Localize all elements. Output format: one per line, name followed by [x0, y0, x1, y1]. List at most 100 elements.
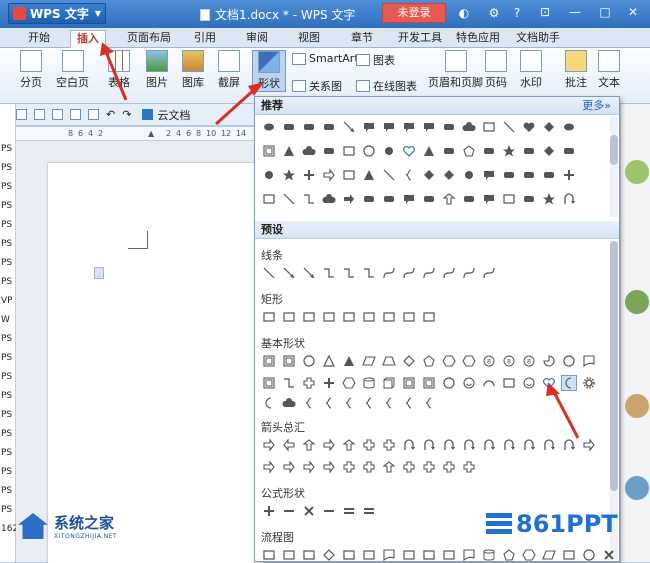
elbow-shape-icon[interactable] — [281, 375, 297, 391]
rect-shape-icon[interactable] — [341, 143, 357, 159]
more-shapes-link[interactable]: 更多» — [582, 97, 611, 115]
rect-shape-icon[interactable] — [261, 547, 277, 563]
rect-shape-icon[interactable] — [281, 547, 297, 563]
oval-shape-icon[interactable] — [261, 119, 277, 135]
textbox-button[interactable]: 文本 — [598, 50, 620, 90]
rarrow-shape-icon[interactable] — [301, 459, 317, 475]
rectf-shape-icon[interactable] — [361, 191, 377, 207]
plus-shape-icon[interactable] — [261, 503, 277, 519]
rectf-shape-icon[interactable] — [421, 191, 437, 207]
tab-view[interactable]: 视图 — [292, 30, 326, 48]
cross-shape-icon[interactable] — [361, 459, 377, 475]
rect-shape-icon[interactable] — [281, 309, 297, 325]
frame-shape-icon[interactable] — [261, 375, 277, 391]
rect-shape-icon[interactable] — [421, 309, 437, 325]
star-shape-icon[interactable] — [541, 191, 557, 207]
num-shape-icon[interactable]: 8 — [481, 353, 497, 369]
rectf-shape-icon[interactable] — [381, 191, 397, 207]
circle-shape-icon[interactable] — [301, 353, 317, 369]
circle-shape-icon[interactable] — [441, 375, 457, 391]
box3d-shape-icon[interactable] — [381, 375, 397, 391]
help-icon[interactable]: ? — [509, 5, 525, 21]
tab-page-layout[interactable]: 页面布局 — [121, 30, 177, 48]
arrowline-shape-icon[interactable] — [281, 265, 297, 281]
circf-shape-icon[interactable] — [381, 143, 397, 159]
rectf-shape-icon[interactable] — [541, 167, 557, 183]
rectf-shape-icon[interactable] — [281, 119, 297, 135]
elbow-shape-icon[interactable] — [361, 265, 377, 281]
uturn-shape-icon[interactable] — [501, 437, 517, 453]
cross-shape-icon[interactable] — [341, 459, 357, 475]
frame-shape-icon[interactable] — [421, 375, 437, 391]
login-button[interactable]: 未登录 — [382, 3, 446, 23]
scrollbar-thumb[interactable] — [610, 241, 618, 491]
para-shape-icon[interactable] — [361, 353, 377, 369]
uturn-shape-icon[interactable] — [401, 437, 417, 453]
frame-shape-icon[interactable] — [281, 353, 297, 369]
blank-page-button[interactable]: 空白页 — [56, 50, 89, 90]
recommended-scrollbar[interactable] — [610, 117, 618, 217]
moon-shape-icon[interactable] — [261, 395, 277, 411]
para-shape-icon[interactable] — [541, 547, 557, 563]
oval-shape-icon[interactable] — [561, 119, 577, 135]
brace-shape-icon[interactable] — [401, 395, 417, 411]
rectf-shape-icon[interactable] — [461, 191, 477, 207]
rarrow-shape-icon[interactable] — [261, 459, 277, 475]
settings-icon[interactable]: ⚙ — [486, 5, 502, 21]
rarrow-shape-icon[interactable] — [581, 437, 597, 453]
skin-icon[interactable]: ◐ — [456, 5, 472, 21]
shapes-button[interactable]: 形状 — [252, 50, 286, 92]
table-button[interactable]: 表格 — [108, 50, 130, 90]
rect-shape-icon[interactable] — [561, 547, 577, 563]
trio-shape-icon[interactable] — [321, 353, 337, 369]
rectf-shape-icon[interactable] — [441, 143, 457, 159]
uarrow-shape-icon[interactable] — [301, 437, 317, 453]
picture-button[interactable]: 图片 — [146, 50, 168, 90]
doc-shape-icon[interactable] — [461, 547, 477, 563]
rarrow-shape-icon[interactable] — [321, 167, 337, 183]
cross-shape-icon[interactable] — [301, 375, 317, 391]
restore-window-button[interactable]: ⊡ — [530, 2, 560, 22]
rect-shape-icon[interactable] — [481, 119, 497, 135]
rect-shape-icon[interactable] — [341, 309, 357, 325]
elbow-shape-icon[interactable] — [301, 191, 317, 207]
rarrow-shape-icon[interactable] — [281, 459, 297, 475]
rarrow-shape-icon[interactable] — [321, 459, 337, 475]
rect-shape-icon[interactable] — [381, 309, 397, 325]
num-shape-icon[interactable]: 8 — [521, 353, 537, 369]
curve-shape-icon[interactable] — [381, 265, 397, 281]
plus-shape-icon[interactable] — [561, 167, 577, 183]
rect-shape-icon[interactable] — [361, 547, 377, 563]
star-shape-icon[interactable] — [501, 143, 517, 159]
smile-shape-icon[interactable] — [521, 375, 537, 391]
line-shape-icon[interactable] — [281, 191, 297, 207]
gallery-button[interactable]: 图库 — [182, 50, 204, 90]
uturn-shape-icon[interactable] — [441, 437, 457, 453]
curve-shape-icon[interactable] — [481, 265, 497, 281]
print-preview-icon[interactable] — [88, 109, 99, 120]
rect-shape-icon[interactable] — [401, 547, 417, 563]
circle-shape-icon[interactable] — [561, 353, 577, 369]
rect-shape-icon[interactable] — [301, 547, 317, 563]
elbow-shape-icon[interactable] — [321, 265, 337, 281]
gear-shape-icon[interactable] — [581, 375, 597, 391]
num-shape-icon[interactable]: 8 — [501, 353, 517, 369]
circle-shape-icon[interactable] — [361, 143, 377, 159]
document-page[interactable] — [48, 163, 263, 563]
rectf-shape-icon[interactable] — [321, 143, 337, 159]
watermark-button[interactable]: 水印 — [520, 50, 542, 90]
horizontal-ruler[interactable]: 8642 ▲ 2 4 6 8 10 12 14 — [16, 127, 254, 141]
print-icon[interactable] — [70, 109, 81, 120]
callout-shape-icon[interactable] — [381, 119, 397, 135]
times-shape-icon[interactable] — [601, 547, 617, 563]
callout-shape-icon[interactable] — [361, 119, 377, 135]
hex-shape-icon[interactable] — [341, 375, 357, 391]
tab-home[interactable]: 开始 — [22, 30, 56, 48]
uarrow-shape-icon[interactable] — [441, 191, 457, 207]
curve-shape-icon[interactable] — [421, 265, 437, 281]
line-shape-icon[interactable] — [261, 265, 277, 281]
uturn-shape-icon[interactable] — [541, 437, 557, 453]
equal-shape-icon[interactable] — [361, 503, 377, 519]
brace-shape-icon[interactable] — [301, 395, 317, 411]
diamf-shape-icon[interactable] — [421, 167, 437, 183]
